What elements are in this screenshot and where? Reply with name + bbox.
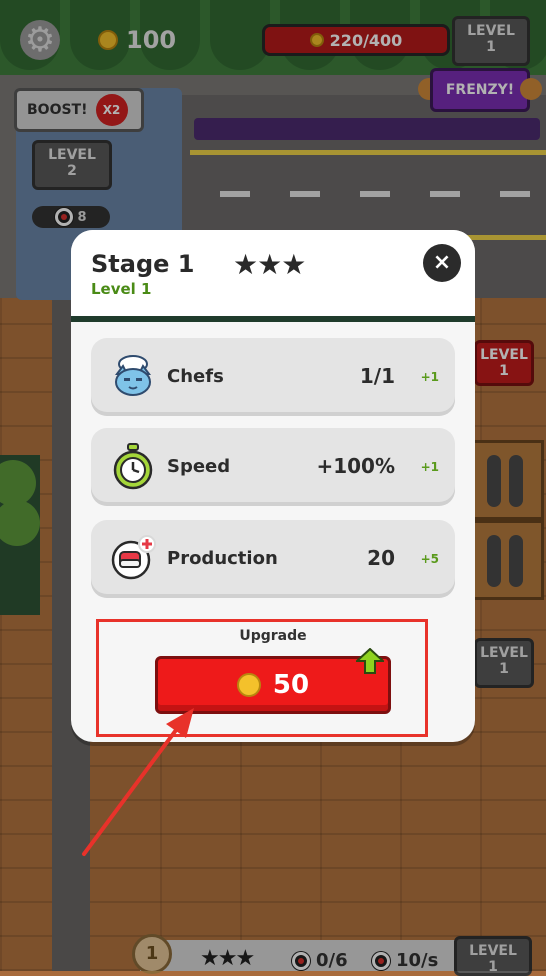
dialog-title: Stage 1 bbox=[91, 250, 195, 278]
stat-row-production: Production 20 +5 bbox=[91, 520, 455, 598]
stat-value: +100% bbox=[316, 454, 395, 478]
sushi-production-icon bbox=[111, 535, 156, 580]
stopwatch-icon bbox=[113, 443, 153, 490]
stat-row-speed: Speed +100% +1 bbox=[91, 428, 455, 506]
dialog-divider bbox=[71, 316, 475, 322]
dialog-header: Stage 1 Level 1 ★★★ × bbox=[71, 230, 475, 318]
stat-increment: +1 bbox=[420, 370, 439, 384]
stat-value: 20 bbox=[367, 546, 395, 570]
stat-value: 1/1 bbox=[359, 364, 395, 388]
stat-label: Production bbox=[167, 548, 278, 569]
stat-row-chefs: Chefs 1/1 +1 bbox=[91, 338, 455, 416]
stat-increment: +1 bbox=[420, 460, 439, 474]
chef-cat-icon bbox=[115, 355, 151, 396]
stat-label: Speed bbox=[167, 456, 231, 477]
stage-rating-stars: ★★★ bbox=[233, 248, 306, 281]
annotation-pointer-arrow bbox=[82, 708, 194, 856]
dialog-subtitle: Level 1 bbox=[91, 280, 152, 298]
stat-label: Chefs bbox=[167, 366, 224, 387]
close-button[interactable]: × bbox=[423, 244, 461, 282]
stat-increment: +5 bbox=[420, 552, 439, 566]
